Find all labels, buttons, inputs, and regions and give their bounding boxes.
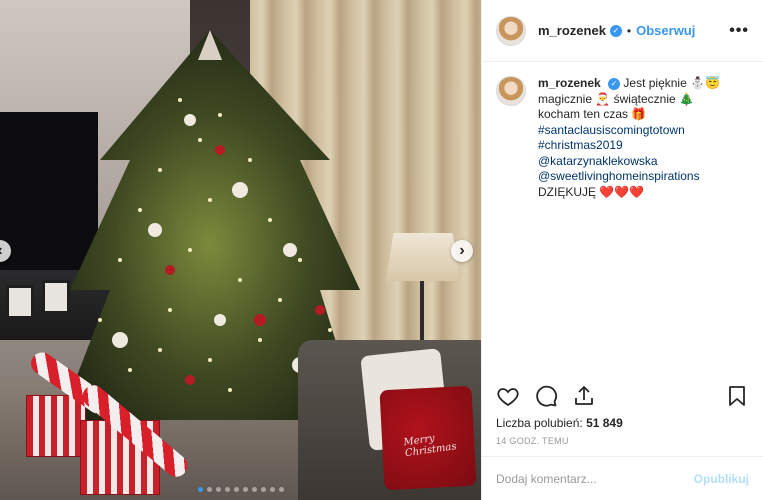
post-comment-button[interactable]: Opublikuj xyxy=(694,472,749,486)
separator-dot: • xyxy=(626,23,632,38)
carousel-dot xyxy=(242,487,248,492)
more-options-icon[interactable]: ••• xyxy=(729,22,749,40)
caption-text: m_rozenek ✓ Jest pięknie ⛄😇 magicznie 🎅 … xyxy=(538,76,720,200)
bookmark-icon[interactable] xyxy=(725,384,749,408)
hashtag-link[interactable]: #santaclausiscomingtotown xyxy=(538,123,720,139)
comment-input[interactable] xyxy=(496,471,694,486)
action-bar xyxy=(496,382,749,410)
likes-number: 51 849 xyxy=(586,416,623,430)
likes-count[interactable]: Liczba polubień: 51 849 xyxy=(496,416,623,430)
chevron-right-icon[interactable]: › xyxy=(451,240,473,262)
post-photo[interactable]: Merry Christmas ‹ › xyxy=(0,0,481,500)
heart-icon[interactable] xyxy=(496,384,520,408)
verified-icon: ✓ xyxy=(609,24,622,37)
avatar[interactable] xyxy=(496,76,526,106)
comment-icon[interactable] xyxy=(534,384,558,408)
share-icon[interactable] xyxy=(572,384,596,408)
carousel-indicator xyxy=(0,487,481,492)
post-panel: m_rozenek ✓ • Obserwuj ••• m_rozenek ✓ J… xyxy=(481,0,763,500)
caption-line: Jest pięknie ⛄😇 xyxy=(623,76,720,90)
carousel-dot xyxy=(215,487,221,492)
photo-frame xyxy=(6,285,34,319)
likes-label: Liczba polubień: xyxy=(496,416,583,430)
verified-icon: ✓ xyxy=(608,77,621,90)
carousel-dot xyxy=(269,487,275,492)
carousel-dot xyxy=(278,487,284,492)
follow-button[interactable]: Obserwuj xyxy=(636,23,695,38)
caption-line: DZIĘKUJĘ ❤️❤️❤️ xyxy=(538,184,645,199)
post-header: m_rozenek ✓ • Obserwuj ••• xyxy=(482,0,763,62)
carousel-dot xyxy=(224,487,230,492)
avatar[interactable] xyxy=(496,15,526,46)
comment-bar: Opublikuj xyxy=(482,456,763,500)
mention-link[interactable]: @katarzynaklekowska xyxy=(538,154,720,170)
carousel-dot xyxy=(251,487,257,492)
hashtag-link[interactable]: #christmas2019 xyxy=(538,138,720,154)
carousel-dot xyxy=(206,487,212,492)
lamp-stand xyxy=(420,281,424,341)
caption-line: kocham ten czas 🎁 xyxy=(538,107,647,121)
caption: m_rozenek ✓ Jest pięknie ⛄😇 magicznie 🎅 … xyxy=(482,62,763,200)
gift-box xyxy=(26,395,86,457)
caption-line: magicznie 🎅 świątecznie 🎄 xyxy=(538,91,694,106)
post-timestamp[interactable]: 14 GODZ. TEMU xyxy=(496,436,569,446)
lamp-shade xyxy=(386,233,460,281)
username-link[interactable]: m_rozenek xyxy=(538,23,606,38)
carousel-dot xyxy=(260,487,266,492)
carousel-dot xyxy=(197,487,203,492)
carousel-dot xyxy=(233,487,239,492)
caption-username[interactable]: m_rozenek xyxy=(538,76,601,90)
mention-link[interactable]: @sweetlivinghomeinspirations xyxy=(538,169,720,185)
